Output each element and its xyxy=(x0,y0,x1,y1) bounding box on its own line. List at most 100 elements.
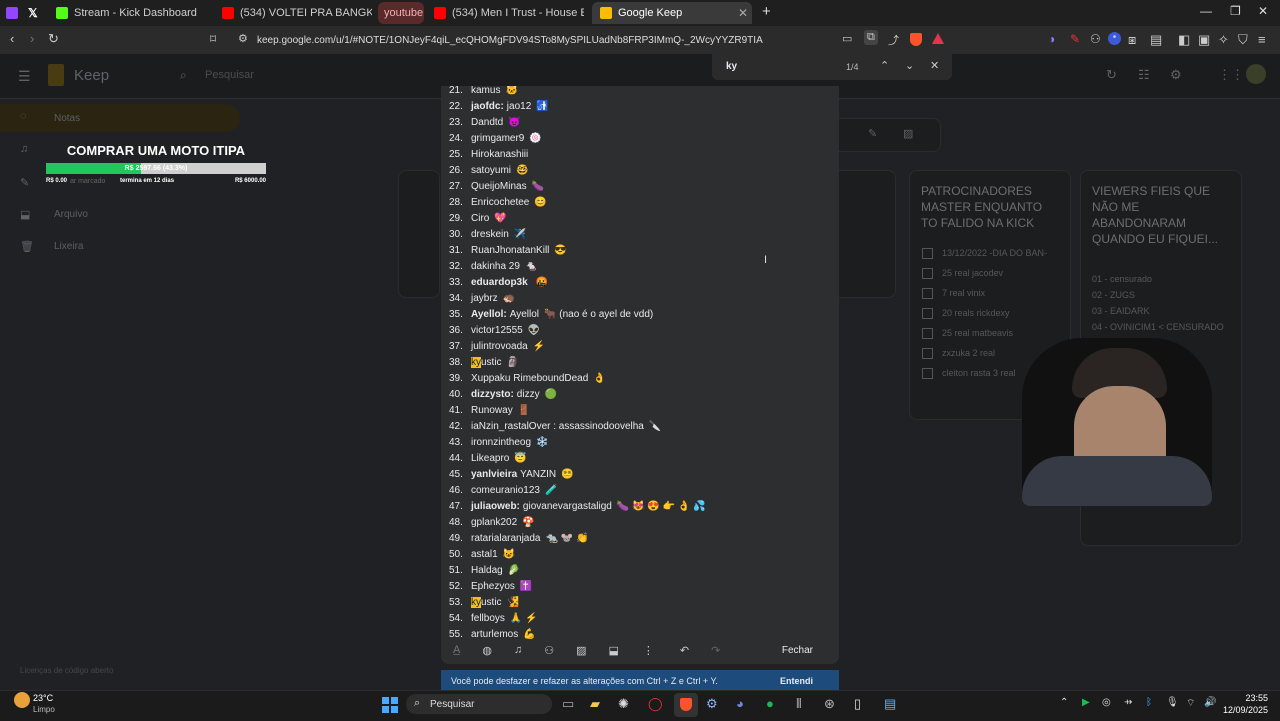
menu-icon[interactable]: ≡ xyxy=(1258,32,1266,47)
bell-icon[interactable]: ♫ xyxy=(20,143,28,155)
extensions-puzzle-icon[interactable]: ⧆ xyxy=(1128,32,1136,48)
tab-google-keep[interactable]: Google Keep ✕ xyxy=(592,2,752,24)
bluetooth-icon[interactable]: ᛒ xyxy=(1146,697,1152,708)
new-tab-button[interactable]: + xyxy=(762,3,771,20)
list-item[interactable]: 36. victor12555 👽 xyxy=(449,322,829,338)
share-icon[interactable]: ⤴ xyxy=(888,32,899,48)
tab-x[interactable]: 𝕏 xyxy=(28,2,48,24)
list-item[interactable]: 22. jaofdc: jao12 🚮 xyxy=(449,98,829,114)
sidebar-icon[interactable]: ◧ xyxy=(1178,32,1190,48)
site-info-icon[interactable]: ⚙ xyxy=(238,32,248,45)
brave-shield-icon[interactable] xyxy=(910,33,922,46)
redo-icon[interactable]: ↷ xyxy=(711,644,720,657)
list-item[interactable]: 28. Enricochetee 😊 xyxy=(449,194,829,210)
tab-youtube-mix[interactable]: (534) Men I Trust - House Edit Mix#2 xyxy=(434,2,584,24)
notepad-icon[interactable]: ▯ xyxy=(854,696,861,712)
leo-icon[interactable]: ✧ xyxy=(1218,32,1229,48)
find-input[interactable]: ky xyxy=(726,61,737,72)
list-item[interactable]: 47. juliaoweb: giovanevargastaligd 🍆 😻 😍 👉 … xyxy=(449,498,829,514)
undo-icon[interactable]: ↶ xyxy=(680,644,689,657)
sidebar-item-lixeira[interactable]: Lixeira xyxy=(54,241,83,252)
list-item[interactable]: 39. Xuppaku RimeboundDead 👌 xyxy=(449,370,829,386)
palette-icon[interactable]: ◍ xyxy=(482,644,492,657)
footer-link[interactable]: Licenças de código aberto xyxy=(20,666,113,675)
vpn-icon[interactable]: ⛉ xyxy=(1238,32,1248,48)
list-item[interactable]: 48. gplank202 🍄 xyxy=(449,514,829,530)
list-item[interactable]: 44. Likeapro 😇 xyxy=(449,450,829,466)
checklist-item[interactable]: 20 reals rickdexy xyxy=(922,303,1068,323)
find-close-icon[interactable]: ✕ xyxy=(930,59,939,72)
reload-icon[interactable]: ↻ xyxy=(48,31,59,47)
note-card[interactable] xyxy=(839,170,896,298)
sidebar-item-arquivo[interactable]: Arquivo xyxy=(54,209,88,220)
list-item[interactable]: 29. Ciro 💖 xyxy=(449,210,829,226)
tray-icon[interactable]: ◎ xyxy=(1102,697,1111,708)
brave-rewards-icon[interactable] xyxy=(932,33,944,44)
tray-play-icon[interactable]: ▶ xyxy=(1082,697,1090,708)
archive-icon[interactable]: ⬓ xyxy=(608,644,618,657)
checklist-item[interactable]: 25 real matbeavis xyxy=(922,323,1068,343)
taskbar-search[interactable]: ⌕ Pesquisar xyxy=(406,694,552,714)
main-menu-icon[interactable]: ☰ xyxy=(18,68,31,85)
image-icon[interactable]: ▨ xyxy=(576,644,586,657)
extension-icon[interactable]: ◑ xyxy=(1048,32,1055,46)
bookmark-icon[interactable]: ⌑ xyxy=(210,32,216,46)
find-previous-icon[interactable]: ⌃ xyxy=(880,59,889,72)
tab-twitch[interactable] xyxy=(6,2,24,24)
checklist-item[interactable]: 7 real vinix xyxy=(922,283,1068,303)
list-item[interactable]: 46. comeuranio123 🧪 xyxy=(449,482,829,498)
list-item[interactable]: 33. eduardop3k 🤬 xyxy=(449,274,829,290)
checklist-item[interactable]: 25 real jacodev xyxy=(922,263,1068,283)
maximize-icon[interactable]: ❐ xyxy=(1230,4,1241,18)
windows-start-icon[interactable] xyxy=(382,697,398,713)
opera-icon[interactable]: ◯ xyxy=(648,696,663,712)
back-icon[interactable]: ‹ xyxy=(10,31,14,46)
list-item[interactable]: 41. Runoway 🚪 xyxy=(449,402,829,418)
list-item[interactable]: 38. ky ustic 🗿 xyxy=(449,354,829,370)
network-icon[interactable]: ⌔ xyxy=(1186,697,1195,710)
list-item[interactable]: 51. Haldag 🥬 xyxy=(449,562,829,578)
list-item[interactable]: 30. dreskein ✈️ xyxy=(449,226,829,242)
tray-icon[interactable]: ⇸ xyxy=(1124,697,1132,708)
search-icon[interactable]: ⌕ xyxy=(180,68,187,83)
volume-icon[interactable]: 🔊 xyxy=(1204,697,1216,708)
note-list-body[interactable]: 21. kamus 🐱 22. jaofdc: jao12 🚮 23. Dandtd 😈 24. gr… xyxy=(449,86,829,642)
brush-icon[interactable]: ✎ xyxy=(868,127,877,140)
list-item[interactable]: 24. grimgamer9 🍥 xyxy=(449,130,829,146)
list-item[interactable]: 34. jaybrz 🦔 xyxy=(449,290,829,306)
list-item[interactable]: 37. julintrovoada ⚡ xyxy=(449,338,829,354)
weather-icon[interactable] xyxy=(14,692,30,708)
forward-icon[interactable]: › xyxy=(30,31,34,46)
tray-chevron-icon[interactable]: ⌃ xyxy=(1060,697,1068,708)
image-icon[interactable]: ▨ xyxy=(903,127,913,140)
search-input[interactable]: Pesquisar xyxy=(205,69,254,81)
list-item[interactable]: 49. ratarialaranjada 🐀 🐭 👏 xyxy=(449,530,829,546)
microphone-icon[interactable]: 🎙 xyxy=(1166,697,1179,708)
list-item[interactable]: 43. ironnzintheog ❄️ xyxy=(449,434,829,450)
list-item[interactable]: 50. astal1 😺 xyxy=(449,546,829,562)
sidebar-item-notas[interactable] xyxy=(0,104,240,132)
wallet-icon[interactable]: ▣ xyxy=(1198,32,1210,48)
list-item[interactable]: 53. ky ustic 🧏 xyxy=(449,594,829,610)
trash-icon[interactable]: 🗑 xyxy=(20,240,34,253)
chatgpt-icon[interactable]: ✺ xyxy=(618,696,629,712)
list-item[interactable]: 27. QueijoMinas 🍆 xyxy=(449,178,829,194)
extension-icon[interactable]: • xyxy=(1108,32,1121,45)
close-window-icon[interactable]: ✕ xyxy=(1258,4,1268,18)
steam-icon[interactable]: ⚙ xyxy=(706,696,718,712)
extension-icon[interactable]: ⚇ xyxy=(1090,32,1101,46)
brave-taskbar-icon[interactable] xyxy=(674,693,698,717)
app-icon[interactable]: ▤ xyxy=(884,696,896,712)
tab-group-youtube[interactable]: youtube xyxy=(378,2,424,24)
discord-icon[interactable]: ◕ xyxy=(736,696,744,711)
app-icon[interactable]: ⊛ xyxy=(824,696,835,712)
list-item[interactable]: 54. fellboys 🙏 ⚡ xyxy=(449,610,829,626)
avatar[interactable] xyxy=(1246,64,1266,84)
spotify-icon[interactable]: ● xyxy=(766,696,774,711)
extension-icon[interactable]: ✎ xyxy=(1070,32,1080,46)
find-next-icon[interactable]: ⌄ xyxy=(905,59,914,72)
list-item[interactable]: 31. RuanJhonatanKill 😎 xyxy=(449,242,829,258)
tab-youtube-bangkok[interactable]: (534) VOLTEI PRA BANGKOK NO PIOR xyxy=(222,2,372,24)
format-text-icon[interactable]: A̲ xyxy=(453,644,460,656)
list-item[interactable]: 23. Dandtd 😈 xyxy=(449,114,829,130)
